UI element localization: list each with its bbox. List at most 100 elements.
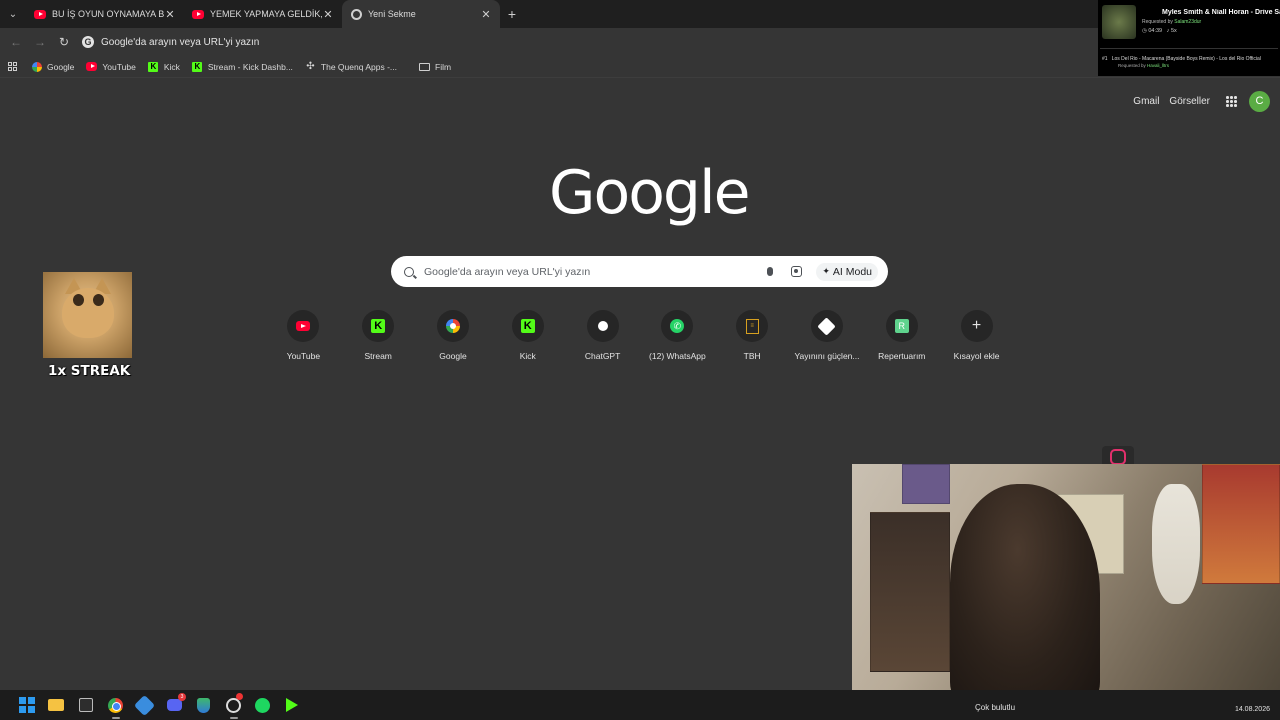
kick-icon [286, 698, 299, 712]
google-g-icon: G [82, 36, 94, 48]
tab-3[interactable]: Yeni Sekme ✕ [342, 0, 500, 28]
new-tab-plus-icon[interactable]: + [500, 6, 524, 22]
tab-search-chevron-icon[interactable]: ⌄ [0, 0, 26, 28]
address-bar[interactable]: G Google'da arayın veya URL'yi yazın [82, 30, 1082, 54]
poster [870, 512, 950, 672]
ai-mode-label: AI Modu [832, 265, 872, 278]
now-playing-meta: ◷ 04:39 ♪ 5x [1142, 28, 1177, 34]
instagram-icon [1110, 449, 1126, 465]
apps-grid-icon[interactable] [8, 62, 17, 71]
discord-icon [166, 699, 182, 711]
streak-label: 1x STREAK [48, 363, 131, 379]
google-logo: Google [549, 158, 751, 228]
weather-text[interactable]: Çok bulutlu [975, 703, 1015, 712]
shortcut-label: Stream [364, 351, 392, 361]
shortcut-add[interactable]: + Kısayol ekle [939, 310, 1014, 361]
close-icon[interactable]: ✕ [164, 8, 176, 21]
gmail-link[interactable]: Gmail [1133, 96, 1159, 107]
taskbar-spotify[interactable] [248, 690, 278, 720]
browser-toolbar: ← → ↻ G Google'da arayın veya URL'yi yaz… [0, 28, 1280, 56]
images-link[interactable]: Görseller [1169, 96, 1210, 107]
back-arrow-icon[interactable]: ← [4, 35, 28, 49]
taskbar-kick[interactable] [278, 690, 308, 720]
search-icon [404, 266, 414, 277]
bookmarks-bar: Google YouTube K Kick K Stream - Kick Dash… [0, 56, 1280, 78]
google-icon [31, 61, 42, 72]
shortcut-label: Yayınını güçlen... [794, 351, 860, 361]
address-bar-text: Google'da arayın veya URL'yi yazın [101, 36, 260, 48]
youtube-icon [86, 61, 98, 72]
queue-next-title: #1 Los Del Rio - Macarena (Bayside Boys … [1102, 56, 1261, 62]
shortcut-youtube[interactable]: YouTube [266, 310, 341, 361]
chrome-icon [350, 8, 362, 20]
bookmark-stream-dashboard[interactable]: K Stream - Kick Dashb... [192, 61, 293, 72]
shortcut-repertuar[interactable]: R Repertuarım [864, 310, 939, 361]
album-art [1102, 5, 1136, 39]
app-icon [134, 694, 156, 716]
taskbar-chrome[interactable] [101, 690, 131, 720]
close-icon[interactable]: ✕ [322, 8, 334, 21]
shortcut-tbh[interactable]: ≡ TBH [715, 310, 790, 361]
taskbar-vpn[interactable] [189, 690, 219, 720]
bookmark-folder-film[interactable]: Film [419, 61, 451, 72]
lens-camera-icon[interactable] [791, 266, 803, 277]
date-text[interactable]: 14.08.2026 [1235, 706, 1270, 713]
puzzle-icon: ✣ [306, 61, 315, 72]
taskbar-store[interactable] [71, 690, 101, 720]
bookmark-quenq-apps[interactable]: ✣ The Quenq Apps -... [305, 61, 397, 72]
taskbar-discord[interactable]: 3 [160, 690, 190, 720]
shortcut-kick[interactable]: K Kick [490, 310, 565, 361]
notification-badge: 3 [178, 693, 186, 701]
shield-icon [197, 697, 211, 713]
taskbar-file-explorer[interactable] [42, 690, 72, 720]
bookmark-youtube[interactable]: YouTube [86, 61, 136, 72]
search-box[interactable]: Google'da arayın veya URL'yi yazın ✦ AI M… [391, 256, 888, 287]
tbh-icon: ≡ [745, 318, 759, 334]
now-playing-requester: Requested by Salam23dur [1142, 19, 1202, 25]
ai-mode-button[interactable]: ✦ AI Modu [816, 262, 878, 281]
bookmark-kick[interactable]: K Kick [148, 61, 180, 72]
queue-next-requester: Requested by Havali_lltrs [1118, 63, 1170, 68]
microphone-icon[interactable] [767, 267, 774, 276]
youtube-icon [34, 8, 46, 20]
cat-eye [73, 294, 84, 306]
shortcut-stream[interactable]: K Stream [341, 310, 416, 361]
taskbar-obs[interactable] [219, 690, 249, 720]
shortcut-label: Repertuarım [878, 351, 926, 361]
close-icon[interactable]: ✕ [480, 8, 492, 21]
shortcut-label: Google [439, 351, 467, 361]
tab-title: BU İŞ OYUN OYNAMAYA BENZ [52, 9, 164, 19]
bookmark-google[interactable]: Google [31, 61, 74, 72]
tab-1[interactable]: BU İŞ OYUN OYNAMAYA BENZ ✕ [26, 0, 184, 28]
reload-icon[interactable]: ↻ [52, 35, 76, 49]
shortcut-label: TBH [743, 351, 761, 361]
google-header-links: Gmail Görseller C [1123, 91, 1270, 112]
kick-icon: K [520, 319, 535, 333]
shortcut-google[interactable]: Google [416, 310, 491, 361]
google-apps-icon[interactable] [1226, 96, 1237, 107]
bookmark-label: Google [47, 61, 75, 72]
windows-icon [18, 697, 35, 713]
shortcut-label: (12) WhatsApp [649, 351, 706, 361]
spotify-icon [255, 697, 271, 713]
shortcut-whatsapp[interactable]: ✆ (12) WhatsApp [640, 310, 715, 361]
diamond-icon [817, 316, 837, 336]
start-button[interactable] [12, 690, 42, 720]
tab-title: YEMEK YAPMAYA GELDİK, DAYA [210, 9, 322, 19]
forward-arrow-icon[interactable]: → [28, 35, 52, 49]
shortcut-tiles: YouTube K Stream Google K Kick ChatGPT ✆ (1… [266, 310, 1014, 361]
tab-strip: ⌄ BU İŞ OYUN OYNAMAYA BENZ ✕ YEMEK YAPMA… [0, 0, 1280, 28]
kick-icon: K [371, 319, 386, 333]
taskbar-network-app[interactable] [130, 690, 160, 720]
folder-icon [48, 699, 65, 711]
streamer [950, 484, 1100, 704]
avatar[interactable]: C [1249, 91, 1270, 112]
shortcut-yayin[interactable]: Yayınını güçlen... [790, 310, 865, 361]
shortcut-label: ChatGPT [584, 351, 621, 361]
shortcut-chatgpt[interactable]: ChatGPT [565, 310, 640, 361]
shortcut-label: Kısayol ekle [953, 351, 1000, 361]
chatgpt-icon [595, 319, 610, 333]
bookmark-label: Kick [163, 61, 180, 72]
tab-2[interactable]: YEMEK YAPMAYA GELDİK, DAYA ✕ [184, 0, 342, 28]
search-input[interactable]: Google'da arayın veya URL'yi yazın [424, 266, 767, 278]
